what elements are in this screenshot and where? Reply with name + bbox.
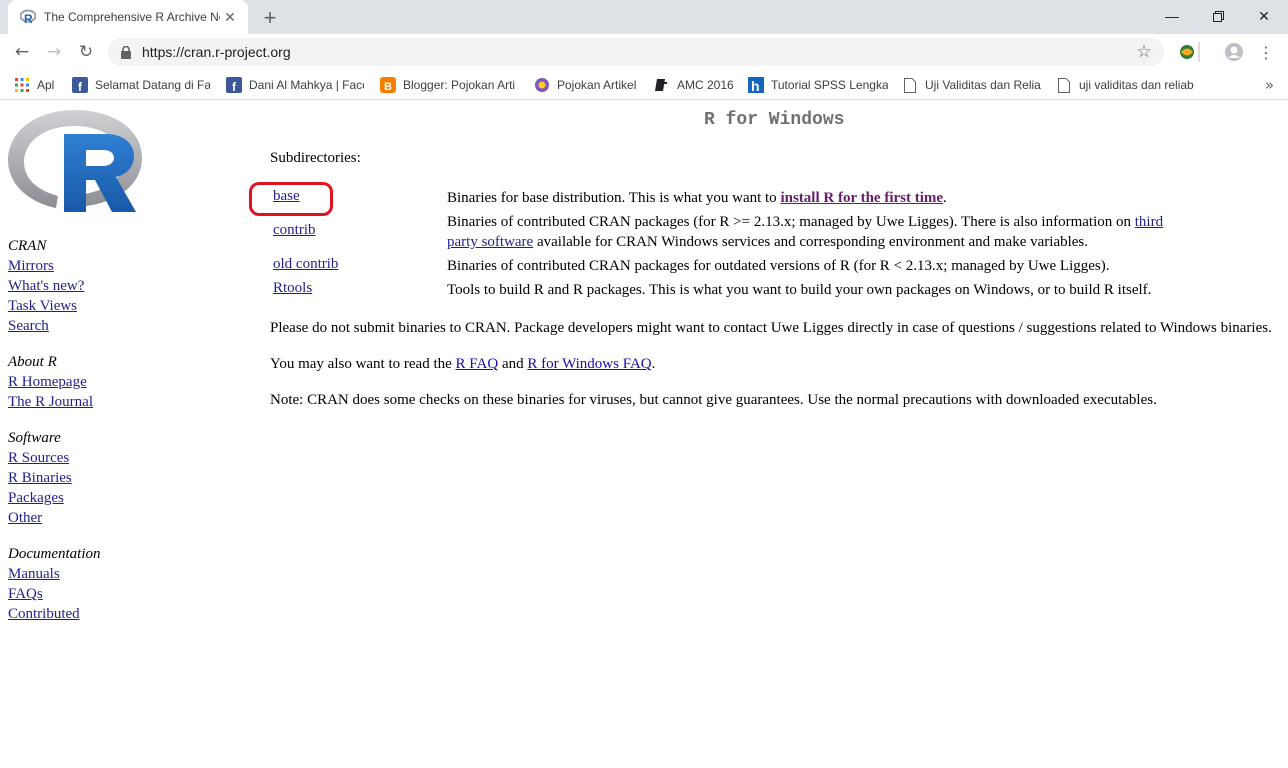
page-icon <box>902 77 918 93</box>
sidebar-link-contributed[interactable]: Contributed <box>8 604 208 624</box>
url-text: https://cran.r-project.org <box>142 44 291 60</box>
sidebar-link-search[interactable]: Search <box>8 316 208 336</box>
description-text: Binaries of contributed CRAN packages (f… <box>447 214 1135 230</box>
lock-icon <box>120 45 132 59</box>
sidebar-nav: CRAN Mirrors What's new? Task Views Sear… <box>8 236 208 624</box>
facebook-icon: f <box>226 77 242 93</box>
amc-icon <box>654 77 670 93</box>
bookmark-item[interactable]: Pojokan Artikel <box>534 76 644 94</box>
paragraph-text: and <box>498 356 528 372</box>
tab-title: The Comprehensive R Archive Network <box>44 10 220 24</box>
sidebar-link-r-sources[interactable]: R Sources <box>8 448 208 468</box>
minimize-icon[interactable]: — <box>1152 4 1192 28</box>
faq-paragraph: You may also want to read the R FAQ and … <box>270 356 655 373</box>
sidebar-heading: Software <box>8 430 61 446</box>
sidebar-link-task-views[interactable]: Task Views <box>8 296 208 316</box>
svg-text:B: B <box>384 81 392 93</box>
browser-toolbar: ← → ↻ https://cran.r-project.org ☆ ⋮ <box>0 34 1288 70</box>
sidebar-heading: CRAN <box>8 238 47 254</box>
tab-close-icon[interactable]: ✕ <box>220 7 240 27</box>
sidebar-heading: About R <box>8 354 57 370</box>
bookmark-star-icon[interactable]: ☆ <box>1130 38 1158 66</box>
description-text: available for CRAN Windows services and … <box>533 234 1089 250</box>
dir-link-old-contrib[interactable]: old contrib <box>273 256 338 273</box>
bookmark-item[interactable]: Apl <box>14 76 64 94</box>
bookmark-item[interactable]: uji validitas dan reliab <box>1056 76 1198 94</box>
apps-grid-icon <box>14 77 30 93</box>
sidebar-link-r-journal[interactable]: The R Journal <box>8 392 208 412</box>
sidebar-link-manuals[interactable]: Manuals <box>8 564 208 584</box>
svg-text:R: R <box>24 12 33 25</box>
description-text: . <box>943 190 947 206</box>
page-title: R for Windows <box>704 110 845 130</box>
bookmark-item[interactable]: Uji Validitas dan Relia <box>902 76 1042 94</box>
r-windows-faq-link[interactable]: R for Windows FAQ <box>527 356 651 372</box>
menu-kebab-icon[interactable]: ⋮ <box>1256 42 1276 62</box>
subdirectories-label: Subdirectories: <box>270 150 361 166</box>
page-icon <box>1056 77 1072 93</box>
pojokan-icon <box>534 77 550 93</box>
dir-description: Binaries for base distribution. This is … <box>447 188 1177 208</box>
sidebar-link-other[interactable]: Other <box>8 508 208 528</box>
dir-link-rtools[interactable]: Rtools <box>273 280 312 297</box>
r-logo[interactable] <box>6 108 144 216</box>
sidebar-link-r-homepage[interactable]: R Homepage <box>8 372 208 392</box>
bookmark-item[interactable]: f Dani Al Mahkya | Face <box>226 76 364 94</box>
address-bar[interactable]: https://cran.r-project.org ☆ <box>108 38 1164 66</box>
install-r-link[interactable]: install R for the first time <box>780 190 943 206</box>
dir-link-contrib[interactable]: contrib <box>273 222 316 239</box>
restore-icon[interactable] <box>1198 4 1238 28</box>
forward-icon[interactable]: → <box>40 38 68 66</box>
paragraph-text: You may also want to read the <box>270 356 456 372</box>
paragraph-text: . <box>651 356 656 372</box>
sidebar-heading: Documentation <box>8 546 101 562</box>
bookmarks-overflow-icon[interactable]: » <box>1265 76 1274 94</box>
sidebar-link-r-binaries[interactable]: R Binaries <box>8 468 208 488</box>
bookmark-item[interactable]: f Selamat Datang di Fa <box>72 76 210 94</box>
svg-text:h: h <box>751 78 760 93</box>
sidebar-link-whats-new[interactable]: What's new? <box>8 276 208 296</box>
sidebar-link-packages[interactable]: Packages <box>8 488 208 508</box>
bookmark-item[interactable]: B Blogger: Pojokan Arti <box>380 76 520 94</box>
extension-icon[interactable] <box>1177 42 1197 62</box>
dir-description: Tools to build R and R packages. This is… <box>447 282 1152 298</box>
description-text: Binaries for base distribution. This is … <box>447 190 781 206</box>
bookmark-item[interactable]: h Tutorial SPSS Lengkap <box>748 76 888 94</box>
toolbar-divider <box>1198 42 1200 62</box>
r-favicon-icon: R <box>20 9 36 25</box>
profile-avatar-icon[interactable] <box>1224 42 1244 62</box>
close-window-icon[interactable]: ✕ <box>1244 4 1284 28</box>
reload-icon[interactable]: ↻ <box>72 38 100 66</box>
h-icon: h <box>748 77 764 93</box>
highlight-annotation <box>249 182 333 216</box>
virus-note: Note: CRAN does some checks on these bin… <box>270 392 1157 408</box>
dir-description: Binaries of contributed CRAN packages fo… <box>447 258 1110 274</box>
binaries-notice: Please do not submit binaries to CRAN. P… <box>270 320 1272 336</box>
browser-tab[interactable]: R The Comprehensive R Archive Network ✕ <box>8 0 248 34</box>
dir-description: Binaries of contributed CRAN packages (f… <box>447 212 1177 252</box>
r-faq-link[interactable]: R FAQ <box>456 356 499 372</box>
facebook-icon: f <box>72 77 88 93</box>
new-tab-button[interactable]: + <box>258 5 282 30</box>
sidebar-link-mirrors[interactable]: Mirrors <box>8 256 208 276</box>
tab-strip: R The Comprehensive R Archive Network ✕ … <box>0 0 1288 34</box>
sidebar-link-faqs[interactable]: FAQs <box>8 584 208 604</box>
blogger-icon: B <box>380 77 396 93</box>
back-icon[interactable]: ← <box>8 38 36 66</box>
bookmark-item[interactable]: AMC 2016 <box>654 76 740 94</box>
bookmarks-bar: Apl f Selamat Datang di Fa f Dani Al Mah… <box>0 70 1288 100</box>
